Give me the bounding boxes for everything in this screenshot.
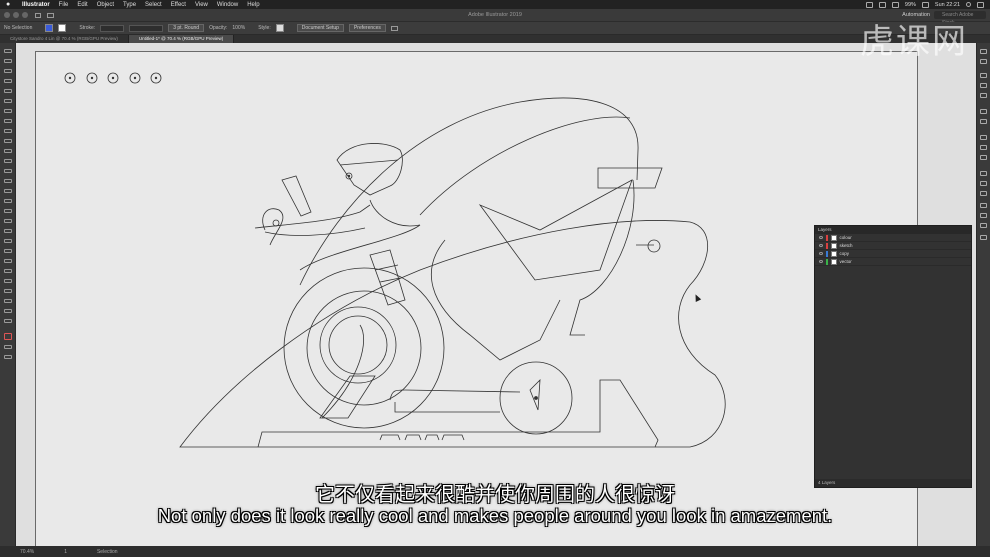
screen-mode-icon[interactable] [4,355,12,359]
rectangle-tool-icon[interactable] [4,129,12,133]
panel-icon-strip [976,43,990,546]
stroke-panel-icon[interactable] [980,135,987,140]
visibility-eye-icon[interactable] [819,252,823,255]
curvature-tool-icon[interactable] [4,99,12,103]
zoom-level[interactable]: 70.4% [20,549,34,555]
layer-color-marker [826,242,828,249]
layer-thumbnail [830,234,837,241]
layers-panel-icon[interactable] [980,235,987,240]
libraries-panel-icon[interactable] [980,59,987,64]
layer-row[interactable]: vector [815,258,971,266]
subtitle-chinese: 它不仅看起来很酷并使你周围的人很惊讶 [315,482,675,506]
appearance-panel-icon[interactable] [980,171,987,176]
perspective-grid-tool-icon[interactable] [4,219,12,223]
layer-thumbnail [830,258,837,265]
mesh-tool-icon[interactable] [4,229,12,233]
eyedropper-tool-icon[interactable] [4,249,12,253]
paintbrush-tool-icon[interactable] [4,139,12,143]
artboard-number[interactable]: 1 [64,549,67,555]
bike-body [299,97,663,419]
visibility-eye-icon[interactable] [819,260,823,263]
subtitle-english: Not only does it look really cool and ma… [157,505,833,526]
layer-row[interactable]: copy [815,250,971,258]
shape-builder-tool-icon[interactable] [4,209,12,213]
layer-thumbnail [830,250,837,257]
blend-tool-icon[interactable] [4,259,12,263]
lasso-tool-icon[interactable] [4,79,12,83]
direct-selection-tool-icon[interactable] [4,59,12,63]
layer-color-marker [826,250,828,257]
layer-name[interactable]: sketch [840,243,853,248]
layers-panel-title[interactable]: Layers [815,226,971,234]
fill-stroke-icon[interactable] [4,333,12,340]
brushes-panel-icon[interactable] [980,109,987,114]
status-bar: 70.4% 1 Selection [0,546,990,557]
front-wheel [499,361,573,435]
symbol-sprayer-tool-icon[interactable] [4,269,12,273]
watermark-logo: 虎课网 [860,22,968,62]
visibility-eye-icon[interactable] [819,244,823,247]
pencil-tool-icon[interactable] [4,149,12,153]
gradient-panel-icon[interactable] [980,145,987,150]
line-tool-icon[interactable] [4,119,12,123]
zoom-tool-icon[interactable] [4,319,12,323]
selection-tool-icon[interactable] [4,49,12,53]
magic-wand-tool-icon[interactable] [4,69,12,73]
layer-color-marker [826,234,828,241]
layers-panel: Layers colour sketch copy vector 4 Layer… [814,225,972,488]
transparency-panel-icon[interactable] [980,155,987,160]
layer-color-marker [826,258,828,265]
color-panel-icon[interactable] [980,73,987,78]
rotate-tool-icon[interactable] [4,169,12,173]
hand-tool-icon[interactable] [4,309,12,313]
properties-panel-icon[interactable] [980,49,987,54]
links-panel-icon[interactable] [980,191,987,196]
slice-tool-icon[interactable] [4,299,12,303]
swatches-panel-icon[interactable] [980,93,987,98]
visibility-eye-icon[interactable] [819,236,823,239]
guide-circles [64,72,162,84]
pen-tool-icon[interactable] [4,89,12,93]
layer-thumbnail [830,242,837,249]
type-tool-icon[interactable] [4,109,12,113]
drawing-modes-icon[interactable] [4,345,12,349]
pathfinder-panel-icon[interactable] [980,213,987,218]
layer-row[interactable]: sketch [815,242,971,250]
gradient-tool-icon[interactable] [4,239,12,243]
artboard-tool-icon[interactable] [4,289,12,293]
free-transform-tool-icon[interactable] [4,199,12,203]
transform-panel-icon[interactable] [980,223,987,228]
graphic-styles-panel-icon[interactable] [980,181,987,186]
scale-tool-icon[interactable] [4,179,12,183]
rear-wheel [283,267,445,429]
width-tool-icon[interactable] [4,189,12,193]
eraser-tool-icon[interactable] [4,159,12,163]
column-graph-tool-icon[interactable] [4,279,12,283]
layer-name[interactable]: vector [840,259,852,264]
color-guide-panel-icon[interactable] [980,83,987,88]
ground-shape [179,220,726,448]
current-tool-status[interactable]: Selection [97,549,118,555]
layer-name[interactable]: colour [840,235,852,240]
symbols-panel-icon[interactable] [980,119,987,124]
layer-name[interactable]: copy [840,251,850,256]
align-panel-icon[interactable] [980,203,987,208]
tools-panel [0,43,16,546]
layer-row[interactable]: colour [815,234,971,242]
